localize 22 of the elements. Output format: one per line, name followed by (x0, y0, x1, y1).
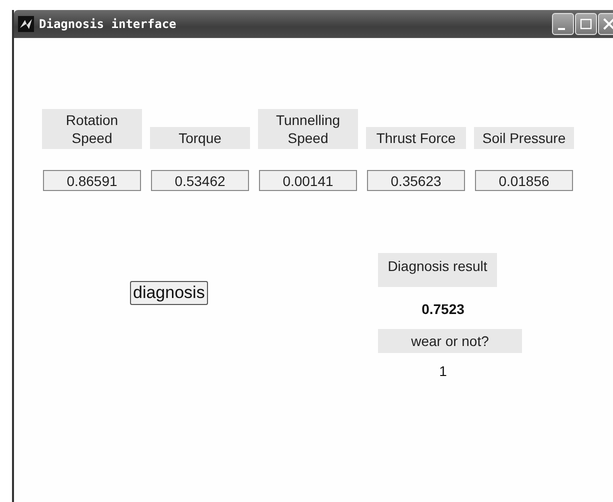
window-title: Diagnosis interface (39, 17, 176, 31)
parameter-label: Rotation Speed (42, 109, 142, 149)
maximize-icon (580, 18, 592, 30)
wear-value: 1 (438, 363, 448, 379)
wear-label: wear or not? (378, 329, 522, 353)
maximize-button[interactable] (575, 13, 597, 35)
parameter-label: Soil Pressure (474, 127, 574, 149)
parameter-field[interactable]: 0.35623 (367, 170, 465, 191)
diagnosis-button[interactable]: diagnosis (130, 281, 208, 305)
minimize-button[interactable] (552, 13, 574, 35)
parameter-label: Tunnelling Speed (258, 109, 358, 149)
parameter-label: Thrust Force (366, 127, 466, 149)
result-label: Diagnosis result (378, 253, 497, 287)
result-value: 0.7523 (420, 301, 466, 317)
minimize-icon (558, 28, 564, 30)
parameter-field[interactable]: 0.01856 (475, 170, 573, 191)
parameter-field[interactable]: 0.86591 (43, 170, 141, 191)
parameter-label: Torque (150, 127, 250, 149)
parameter-field[interactable]: 0.53462 (151, 170, 249, 191)
app-icon (18, 16, 34, 32)
close-icon (603, 18, 613, 30)
parameter-field[interactable]: 0.00141 (259, 170, 357, 191)
